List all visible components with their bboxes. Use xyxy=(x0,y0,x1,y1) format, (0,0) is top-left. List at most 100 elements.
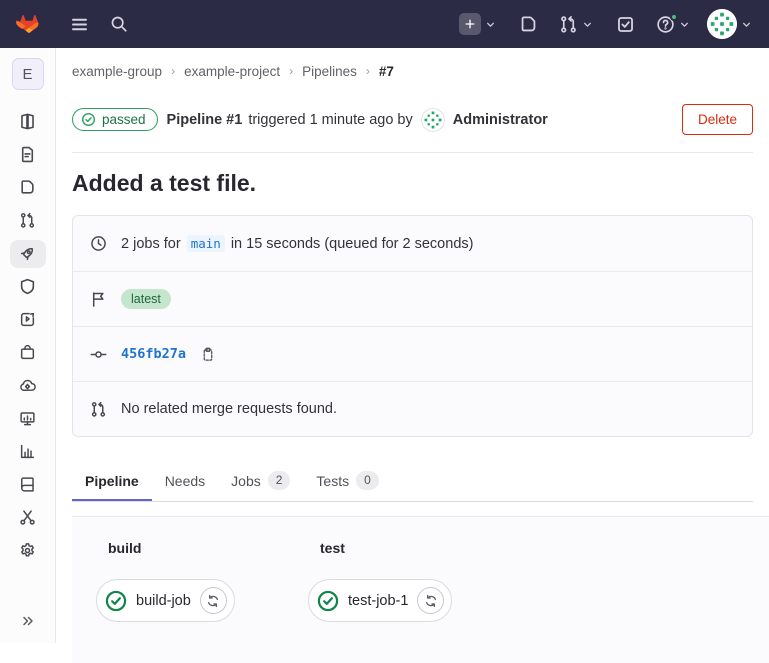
job-test-job-1[interactable]: test-job-1 xyxy=(308,579,452,622)
breadcrumb-project[interactable]: example-project xyxy=(184,64,280,79)
status-badge: passed xyxy=(72,108,158,131)
pipeline-tabs: Pipeline Needs Jobs 2 Tests 0 xyxy=(72,461,753,502)
stage-build: build build-job xyxy=(96,540,308,663)
merge-request-icon xyxy=(559,15,578,34)
status-success-icon xyxy=(317,590,339,612)
hamburger-menu-icon[interactable] xyxy=(64,9,94,39)
merge-request-icon xyxy=(90,401,107,418)
sidebar-item-settings[interactable] xyxy=(10,537,46,565)
pipeline-summary-box: 2 jobs for main in 15 seconds (queued fo… xyxy=(72,215,753,437)
double-chevron-right-icon xyxy=(20,613,36,629)
retry-job-button[interactable] xyxy=(417,587,444,614)
duration-text: in 15 seconds (queued for 2 seconds) xyxy=(231,236,474,252)
sidebar-item-analytics[interactable] xyxy=(10,438,46,466)
gitlab-logo-icon[interactable] xyxy=(16,12,42,36)
sidebar-item-issues[interactable] xyxy=(10,174,46,202)
user-menu-dropdown[interactable] xyxy=(707,9,753,39)
clock-icon xyxy=(90,235,107,252)
sidebar-item-packages[interactable] xyxy=(10,339,46,367)
retry-job-button[interactable] xyxy=(200,587,227,614)
tab-pipeline[interactable]: Pipeline xyxy=(72,461,152,501)
triggered-text: triggered 1 minute ago by xyxy=(248,112,412,128)
status-success-icon xyxy=(105,590,127,612)
todos-icon[interactable] xyxy=(610,9,640,39)
rocket-icon xyxy=(19,245,36,262)
jobs-count-text: 2 jobs for xyxy=(121,236,181,252)
chart-icon xyxy=(19,443,36,460)
check-circle-icon xyxy=(81,112,96,127)
jobs-duration-text: 2 jobs for main in 15 seconds (queued fo… xyxy=(121,236,473,252)
breadcrumb-separator: › xyxy=(289,64,293,78)
user-avatar xyxy=(707,9,737,39)
jobs-count-badge: 2 xyxy=(268,471,291,490)
plus-icon xyxy=(459,13,481,35)
pipeline-meta-text: Pipeline #1 triggered 1 minute ago by Ad… xyxy=(167,108,548,132)
help-dropdown[interactable] xyxy=(656,15,691,34)
job-name: build-job xyxy=(136,593,191,609)
left-sidebar: E xyxy=(0,48,56,643)
latest-row: latest xyxy=(73,271,752,326)
sidebar-item-monitor[interactable] xyxy=(10,405,46,433)
retry-icon xyxy=(206,594,220,608)
tab-jobs[interactable]: Jobs 2 xyxy=(218,461,303,501)
tab-label: Jobs xyxy=(231,473,261,489)
tab-label: Tests xyxy=(316,473,349,489)
package-icon xyxy=(19,344,36,361)
pipeline-number: Pipeline #1 xyxy=(167,112,243,128)
collapse-sidebar-button[interactable] xyxy=(14,612,42,630)
scissors-icon xyxy=(19,509,36,526)
branch-ref-link[interactable]: main xyxy=(187,235,225,252)
sidebar-item-project-information[interactable] xyxy=(10,108,46,136)
author-name[interactable]: Administrator xyxy=(453,112,548,128)
pipeline-graph: build build-job test xyxy=(72,516,769,663)
main-content: example-group › example-project › Pipeli… xyxy=(56,0,769,663)
issues-icon[interactable] xyxy=(513,9,543,39)
flag-icon xyxy=(90,291,107,308)
sidebar-item-snippets[interactable] xyxy=(10,504,46,532)
sidebar-item-repository[interactable] xyxy=(10,141,46,169)
tab-label: Pipeline xyxy=(85,473,139,489)
book-icon xyxy=(19,476,36,493)
chevron-down-icon xyxy=(740,18,753,31)
breadcrumb-separator: › xyxy=(171,64,175,78)
author-avatar[interactable] xyxy=(421,108,445,132)
tests-count-badge: 0 xyxy=(356,471,379,490)
new-menu-dropdown[interactable] xyxy=(459,13,497,35)
issues-icon xyxy=(19,179,36,196)
sidebar-item-security[interactable] xyxy=(10,273,46,301)
tab-needs[interactable]: Needs xyxy=(152,461,218,501)
sidebar-item-deployments[interactable] xyxy=(10,306,46,334)
merge-requests-dropdown[interactable] xyxy=(559,15,594,34)
jobs-duration-row: 2 jobs for main in 15 seconds (queued fo… xyxy=(73,216,752,271)
project-icon xyxy=(19,113,36,130)
pipeline-status-row: passed Pipeline #1 triggered 1 minute ag… xyxy=(72,90,753,153)
breadcrumb-pipeline-id: #7 xyxy=(379,64,394,79)
breadcrumb-pipelines[interactable]: Pipelines xyxy=(302,64,357,79)
no-merge-requests-text: No related merge requests found. xyxy=(121,401,337,417)
notification-dot xyxy=(670,13,678,21)
commit-icon xyxy=(90,346,107,363)
breadcrumb: example-group › example-project › Pipeli… xyxy=(72,48,753,90)
chevron-down-icon xyxy=(484,18,497,31)
job-build-job[interactable]: build-job xyxy=(96,579,235,622)
breadcrumb-group[interactable]: example-group xyxy=(72,64,162,79)
commit-sha-link[interactable]: 456fb27a xyxy=(121,346,186,362)
monitor-icon xyxy=(19,410,36,427)
tab-tests[interactable]: Tests 0 xyxy=(303,461,391,501)
deployments-icon xyxy=(19,311,36,328)
copy-commit-sha-button[interactable] xyxy=(200,347,215,362)
stage-name: test xyxy=(320,540,520,556)
sidebar-item-merge-requests[interactable] xyxy=(10,207,46,235)
latest-badge: latest xyxy=(121,289,171,309)
top-navigation-bar xyxy=(0,0,769,48)
delete-button[interactable]: Delete xyxy=(682,104,753,135)
stage-test: test test-job-1 xyxy=(308,540,520,663)
sidebar-item-infrastructure[interactable] xyxy=(10,372,46,400)
sidebar-item-ci-cd[interactable] xyxy=(10,240,46,268)
breadcrumb-separator: › xyxy=(366,64,370,78)
merge-request-icon xyxy=(19,212,36,229)
search-icon[interactable] xyxy=(104,9,134,39)
sidebar-item-wiki[interactable] xyxy=(10,471,46,499)
project-avatar[interactable]: E xyxy=(12,58,44,90)
merge-requests-row: No related merge requests found. xyxy=(73,381,752,436)
